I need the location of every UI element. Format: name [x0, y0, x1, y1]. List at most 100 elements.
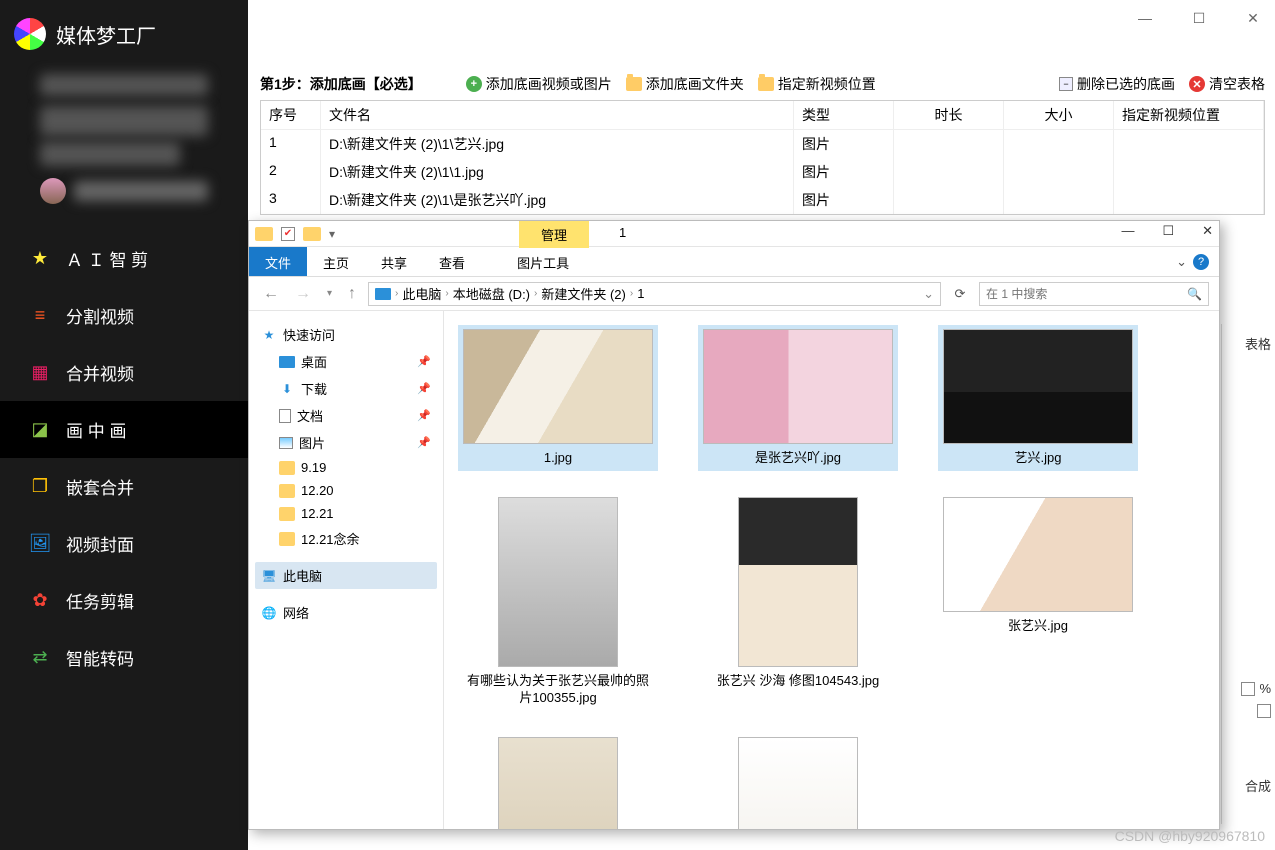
nav-merge-video[interactable]: ▦ 合并视频: [0, 344, 248, 401]
file-thumbnail[interactable]: [698, 733, 898, 829]
stack-icon: ≡: [28, 304, 52, 328]
file-name: 有哪些认为关于张艺兴最帅的照片100355.jpg: [463, 673, 653, 707]
col-dur[interactable]: 时长: [894, 101, 1004, 129]
tree-folder[interactable]: 12.20: [273, 479, 437, 502]
context-tab-manage[interactable]: 管理: [519, 221, 589, 248]
nav-transcode[interactable]: ⇄ 智能转码: [0, 629, 248, 686]
clear-icon: ✕: [1189, 76, 1205, 92]
btn-label: 添加底画视频或图片: [486, 74, 612, 94]
clear-table-button[interactable]: ✕ 清空表格: [1189, 74, 1265, 94]
nav-label: 画 中 画: [66, 417, 126, 442]
col-pos[interactable]: 指定新视频位置: [1114, 101, 1264, 129]
ribbon-collapse-icon[interactable]: ⌄: [1176, 254, 1187, 270]
nav-task-edit[interactable]: ✿ 任务剪辑: [0, 572, 248, 629]
maximize-button[interactable]: ☐: [1162, 223, 1174, 239]
checkbox-icon[interactable]: [1257, 704, 1271, 718]
breadcrumb[interactable]: › 此电脑 › 本地磁盘 (D:) › 新建文件夹 (2) › 1 ⌄: [368, 282, 941, 306]
flower-icon: ✿: [28, 589, 52, 613]
table-row[interactable]: 2D:\新建文件夹 (2)\1\1.jpg图片: [261, 158, 1264, 186]
nav-split-video[interactable]: ≡ 分割视频: [0, 287, 248, 344]
breadcrumb-item[interactable]: 1: [637, 286, 644, 301]
col-size[interactable]: 大小: [1004, 101, 1114, 129]
window-title: 1: [619, 225, 626, 240]
breadcrumb-item[interactable]: 此电脑: [402, 284, 441, 303]
add-media-button[interactable]: + 添加底画视频或图片: [466, 74, 612, 94]
pc-icon: [375, 288, 391, 300]
thumbnail-image: [943, 329, 1133, 444]
tree-label: 网络: [283, 603, 309, 622]
tree-quick-access[interactable]: ★快速访问: [255, 321, 437, 348]
col-name[interactable]: 文件名: [321, 101, 794, 129]
nav-up-button[interactable]: ↑: [344, 285, 360, 303]
set-position-button[interactable]: 指定新视频位置: [758, 74, 876, 94]
nav-label: 合并视频: [66, 360, 134, 385]
tiles-icon: ▦: [28, 361, 52, 385]
desktop-icon: [279, 356, 295, 368]
breadcrumb-item[interactable]: 本地磁盘 (D:): [453, 284, 530, 303]
col-seq[interactable]: 序号: [261, 101, 321, 129]
file-explorer-window: ✔ ▾ 管理 1 — ☐ ✕ 文件 主页 共享 查看 图片工具 ⌄ ? ← → …: [248, 220, 1220, 830]
tree-this-pc[interactable]: 🖥此电脑: [255, 562, 437, 589]
nav-forward-button[interactable]: →: [291, 285, 315, 303]
nav-label: 嵌套合并: [66, 474, 134, 499]
tree-label: 桌面: [301, 352, 327, 371]
maximize-button[interactable]: ☐: [1187, 10, 1211, 27]
ribbon-picture-tools[interactable]: 图片工具: [501, 247, 585, 276]
minimize-button[interactable]: —: [1133, 10, 1157, 27]
file-thumbnail[interactable]: 1.jpg: [458, 325, 658, 471]
tree-network[interactable]: 🌐网络: [255, 599, 437, 626]
delete-selected-button[interactable]: − 删除已选的底画: [1059, 74, 1175, 94]
col-type[interactable]: 类型: [794, 101, 894, 129]
checkbox-icon[interactable]: [1241, 682, 1255, 696]
app-title: 媒体梦工厂: [56, 20, 156, 49]
ribbon-share[interactable]: 共享: [365, 247, 423, 276]
tree-label: 下载: [301, 379, 327, 398]
breadcrumb-dropdown-icon[interactable]: ⌄: [923, 286, 934, 302]
nav-label: 智能转码: [66, 645, 134, 670]
tree-folder[interactable]: 9.19: [273, 456, 437, 479]
pin-icon: 📌: [417, 409, 431, 422]
nav-ai-cut[interactable]: ★ Ａ Ｉ 智 剪: [0, 230, 248, 287]
btn-label: 清空表格: [1209, 74, 1265, 94]
tree-label: 12.21: [301, 506, 334, 521]
ribbon-file[interactable]: 文件: [249, 247, 307, 276]
nav-history-button[interactable]: ▾: [323, 288, 336, 299]
add-folder-button[interactable]: 添加底画文件夹: [626, 74, 744, 94]
nav-cover[interactable]: 🖼 视频封面: [0, 515, 248, 572]
folder-icon[interactable]: [255, 227, 273, 241]
tree-folder[interactable]: 12.21念余: [273, 525, 437, 552]
tree-downloads[interactable]: ⬇下载📌: [273, 375, 437, 402]
close-button[interactable]: ✕: [1241, 10, 1265, 27]
tree-folder[interactable]: 12.21: [273, 502, 437, 525]
ribbon-view[interactable]: 查看: [423, 247, 481, 276]
file-thumbnail[interactable]: 张艺兴 沙海 修图104543.jpg: [698, 493, 898, 711]
minimize-button[interactable]: —: [1121, 223, 1134, 239]
tree-pictures[interactable]: 图片📌: [273, 429, 437, 456]
tree-desktop[interactable]: 桌面📌: [273, 348, 437, 375]
folder-icon[interactable]: [303, 227, 321, 241]
breadcrumb-item[interactable]: 新建文件夹 (2): [541, 284, 626, 303]
nav-nest-merge[interactable]: ❐ 嵌套合并: [0, 458, 248, 515]
tree-label: 图片: [299, 433, 325, 452]
plus-icon: +: [466, 76, 482, 92]
table-row[interactable]: 3D:\新建文件夹 (2)\1\是张艺兴吖.jpg图片: [261, 186, 1264, 214]
tree-documents[interactable]: 文档📌: [273, 402, 437, 429]
nav-pip[interactable]: ◪ 画 中 画: [0, 401, 248, 458]
file-thumbnail[interactable]: 张艺兴.jpg: [938, 493, 1138, 711]
file-thumbnail[interactable]: 是张艺兴吖.jpg: [698, 325, 898, 471]
peek-pct: %: [1259, 681, 1271, 696]
ribbon-home[interactable]: 主页: [307, 247, 365, 276]
qat-dropdown-icon[interactable]: ▾: [329, 227, 335, 241]
search-icon: 🔍: [1187, 287, 1202, 301]
help-icon[interactable]: ?: [1193, 254, 1209, 270]
search-input[interactable]: 🔍: [979, 282, 1209, 306]
nav-back-button[interactable]: ←: [259, 285, 283, 303]
file-thumbnail[interactable]: 有哪些认为关于张艺兴最帅的照片100355.jpg: [458, 493, 658, 711]
file-thumbnail[interactable]: 艺兴.jpg: [938, 325, 1138, 471]
thumbnail-image: [463, 329, 653, 444]
qat-check-icon[interactable]: ✔: [281, 227, 295, 241]
table-row[interactable]: 1D:\新建文件夹 (2)\1\艺兴.jpg图片: [261, 130, 1264, 158]
close-button[interactable]: ✕: [1202, 223, 1213, 239]
refresh-button[interactable]: ⟳: [949, 286, 971, 302]
file-thumbnail[interactable]: [458, 733, 658, 829]
